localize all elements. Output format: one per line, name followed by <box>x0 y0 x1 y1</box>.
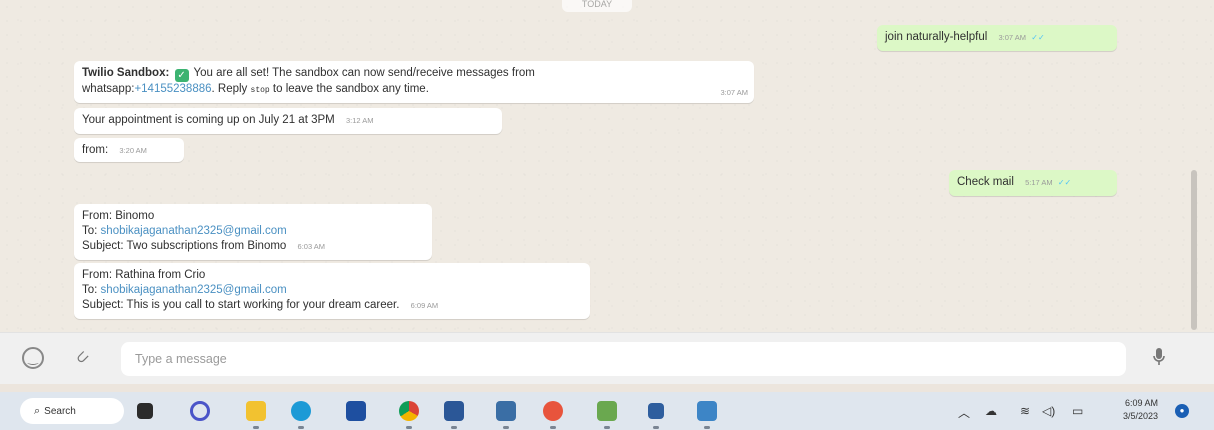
message-text: join naturally-helpful <box>885 31 988 43</box>
message-text: whatsapp: <box>82 83 135 95</box>
task-view-icon[interactable] <box>137 403 153 419</box>
message-text: from: <box>82 144 109 156</box>
chat-area: TODAY join naturally-helpful 3:07 AM ✓✓ … <box>0 0 1214 332</box>
date-pill: TODAY <box>562 0 632 12</box>
smiley-icon[interactable]: ‿ <box>22 347 44 369</box>
store-icon[interactable] <box>346 401 366 421</box>
message-incoming-crio[interactable]: From: Rathina from Crio To: shobikajagan… <box>74 263 590 319</box>
paperclip-icon[interactable]: ⊂ <box>67 342 98 373</box>
email-from: From: Binomo <box>82 210 155 222</box>
email-to-label: To: <box>82 225 101 237</box>
photos-icon[interactable] <box>597 401 617 421</box>
message-text: Check mail <box>957 176 1014 188</box>
message-text: You are all set! The sandbox can now sen… <box>193 67 535 79</box>
taskbar-search[interactable]: ⌕ Search <box>20 398 124 424</box>
chat-scrollbar[interactable] <box>1191 170 1197 330</box>
volume-icon[interactable]: ◁) <box>1042 404 1055 418</box>
message-time: 6:09 AM <box>410 301 439 310</box>
message-time: 5:17 AM <box>1025 178 1053 187</box>
taskbar-clock[interactable]: 6:09 AM 3/5/2023 <box>1106 397 1158 423</box>
message-input[interactable] <box>121 342 1126 376</box>
firefox-icon[interactable] <box>543 401 563 421</box>
cloud-icon[interactable]: ☁ <box>985 404 997 418</box>
edge-icon[interactable] <box>291 401 311 421</box>
mail-icon[interactable] <box>496 401 516 421</box>
running-indicator <box>503 426 509 429</box>
running-indicator <box>653 426 659 429</box>
email-from: From: Rathina from Crio <box>82 269 206 281</box>
message-text: . Reply <box>211 83 251 95</box>
read-receipt-icon: ✓✓ <box>1031 33 1045 42</box>
snipping-tool-icon[interactable] <box>697 401 717 421</box>
word-icon[interactable] <box>444 401 464 421</box>
sender-name: Twilio Sandbox: <box>82 67 170 79</box>
chrome-icon[interactable] <box>399 401 419 421</box>
running-indicator <box>406 426 412 429</box>
wifi-icon[interactable]: ≋ <box>1020 404 1030 418</box>
clock-time: 6:09 AM <box>1124 398 1158 408</box>
message-incoming-binomo[interactable]: From: Binomo To: shobikajaganathan2325@g… <box>74 204 432 260</box>
email-subject: Subject: Two subscriptions from Binomo <box>82 240 287 252</box>
running-indicator <box>704 426 710 429</box>
read-receipt-icon: ✓✓ <box>1057 178 1072 187</box>
microphone-icon[interactable] <box>1148 347 1170 369</box>
email-subject: Subject: This is you call to start worki… <box>82 299 400 311</box>
message-time: 6:03 AM <box>297 242 326 251</box>
message-time: 3:07 AM <box>720 88 748 97</box>
message-outgoing-check-mail[interactable]: Check mail 5:17 AM ✓✓ <box>949 170 1117 196</box>
clock-date: 3/5/2023 <box>1122 411 1158 421</box>
running-indicator <box>298 426 304 429</box>
message-time: 3:20 AM <box>119 146 147 155</box>
email-link[interactable]: shobikajaganathan2325@gmail.com <box>101 225 287 237</box>
checkmark-emoji-icon: ✓ <box>174 69 189 82</box>
chat-icon[interactable] <box>190 401 210 421</box>
message-text: to leave the sandbox any time. <box>269 83 429 95</box>
search-icon: ⌕ <box>34 405 41 417</box>
running-indicator <box>451 426 457 429</box>
code-text: stop <box>250 86 270 95</box>
screen-app-icon[interactable] <box>648 403 664 419</box>
running-indicator <box>253 426 259 429</box>
phone-link[interactable]: +14155238886 <box>134 83 211 95</box>
message-outgoing-join[interactable]: join naturally-helpful 3:07 AM ✓✓ <box>877 25 1117 51</box>
message-time: 3:07 AM <box>998 33 1027 42</box>
message-incoming-twilio[interactable]: Twilio Sandbox: ✓ You are all set! The s… <box>74 61 754 103</box>
email-link[interactable]: shobikajaganathan2325@gmail.com <box>101 284 287 296</box>
message-incoming-appointment[interactable]: Your appointment is coming up on July 21… <box>74 108 502 134</box>
notification-icon[interactable]: ● <box>1175 404 1189 418</box>
file-explorer-icon[interactable] <box>246 401 266 421</box>
battery-icon[interactable]: ▭ <box>1072 404 1083 418</box>
message-incoming-from[interactable]: from: 3:20 AM <box>74 138 184 162</box>
message-composer: ‿ ⊂ <box>0 332 1214 384</box>
chevron-up-icon[interactable]: ︿ <box>958 404 970 421</box>
message-time: 3:12 AM <box>345 116 374 125</box>
message-text: Your appointment is coming up on July 21… <box>82 114 335 126</box>
running-indicator <box>604 426 610 429</box>
windows-taskbar: ⌕ Search ︿ ☁ ≋ ◁) ▭ 6:09 AM 3/5/2023 ● <box>0 392 1214 430</box>
search-label: Search <box>44 406 76 417</box>
email-to-label: To: <box>82 284 101 296</box>
running-indicator <box>550 426 556 429</box>
